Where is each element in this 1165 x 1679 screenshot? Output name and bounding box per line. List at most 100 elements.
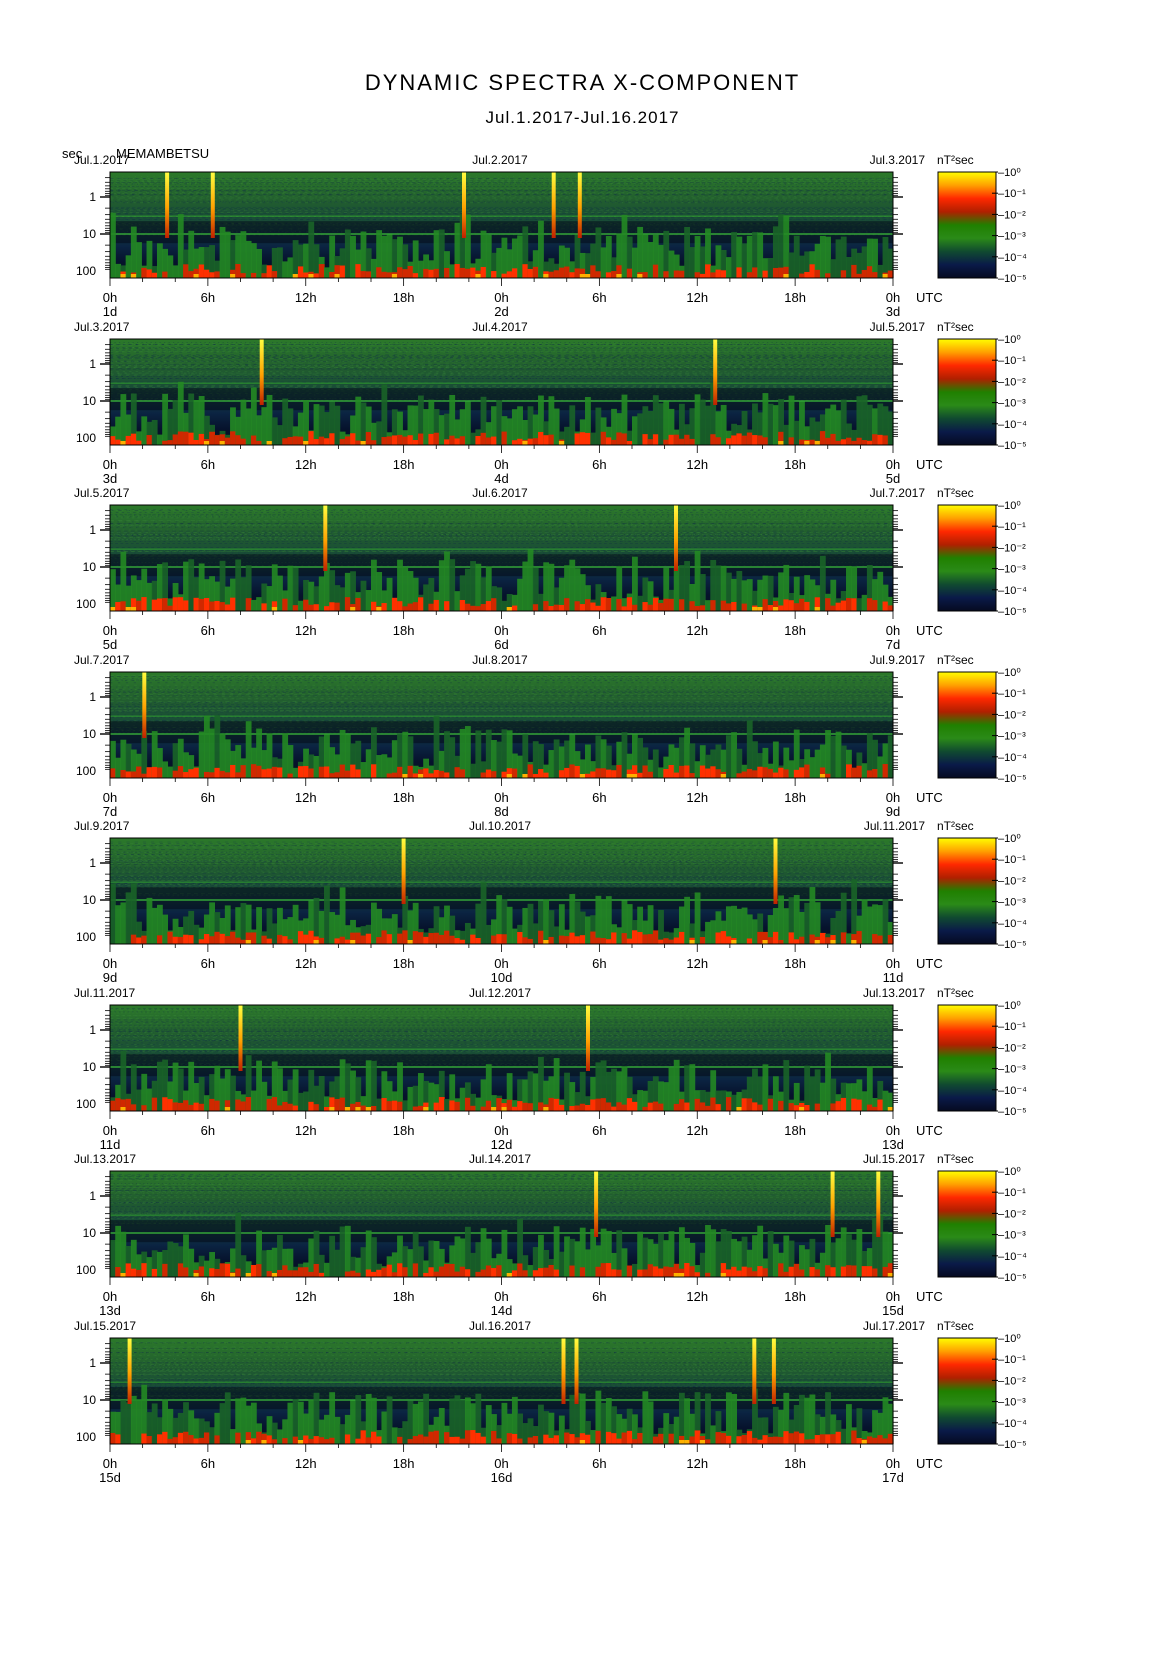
- activity-peak: [652, 434, 659, 445]
- activity-peak: [705, 1105, 711, 1111]
- activity-peak: [371, 601, 377, 611]
- activity-peak: [193, 1102, 200, 1111]
- activity-peak: [804, 601, 811, 611]
- activity-peak: [809, 1439, 816, 1444]
- spectra-panel-6: Jul.11.2017 Jul.12.2017 Jul.13.2017 nT²sec1…: [74, 986, 1027, 1152]
- activity-peak: [705, 1272, 711, 1277]
- activity-column: [313, 244, 320, 278]
- activity-peak: [532, 773, 539, 778]
- spectra-panel-5: Jul.9.2017 Jul.10.2017 Jul.11.2017 nT²sec11…: [74, 819, 1027, 985]
- activity-peak: [511, 440, 518, 445]
- activity-column: [809, 1076, 816, 1111]
- activity-peak: [840, 439, 847, 445]
- activity-peak: [412, 773, 419, 778]
- activity-peak: [292, 1105, 299, 1111]
- activity-peak: [684, 1102, 691, 1111]
- activity-column: [230, 1429, 236, 1444]
- activity-peak: [522, 1270, 529, 1277]
- activity-column: [866, 404, 873, 445]
- activity-column: [475, 730, 482, 778]
- activity-peak: [710, 434, 717, 445]
- activity-column: [840, 1428, 847, 1444]
- activity-peak: [778, 767, 784, 778]
- activity-peak: [809, 439, 816, 445]
- activity-peak: [825, 1434, 831, 1444]
- activity-hot: [814, 607, 821, 611]
- colorbar-tick-label: –10⁻²: [998, 875, 1026, 887]
- x-tick-label: 0h: [103, 1456, 117, 1471]
- activity-peak: [616, 1438, 623, 1444]
- activity-column: [240, 903, 247, 944]
- activity-peak: [574, 601, 581, 611]
- colorbar-tick-label: –10⁻¹: [998, 854, 1026, 866]
- activity-column: [861, 763, 868, 778]
- activity-column: [470, 763, 476, 778]
- activity-column: [752, 1235, 758, 1277]
- activity-peak: [151, 599, 158, 611]
- activity-column: [553, 926, 560, 944]
- colorbar-tick-label: –10⁻⁵: [998, 1272, 1027, 1284]
- activity-peak: [402, 606, 409, 611]
- activity-peak: [605, 272, 612, 278]
- spectra-panel-4: Jul.7.2017 Jul.8.2017 Jul.9.2017 nT²sec1101…: [74, 653, 1027, 819]
- activity-peak: [793, 769, 800, 778]
- activity-peak: [303, 934, 309, 944]
- activity-peak: [308, 1271, 315, 1277]
- activity-peak: [412, 931, 419, 944]
- activity-peak: [386, 773, 393, 778]
- x-tick-label: 12h: [295, 1123, 317, 1138]
- activity-peak: [125, 435, 132, 445]
- activity-column: [329, 235, 336, 278]
- activity-hot: [219, 441, 226, 445]
- activity-peak: [444, 772, 450, 778]
- activity-column: [673, 1059, 680, 1111]
- activity-peak: [746, 1431, 753, 1444]
- activity-column: [658, 403, 664, 445]
- activity-hot: [851, 940, 858, 944]
- activity-column: [595, 895, 602, 944]
- activity-peak: [762, 1435, 769, 1444]
- activity-peak: [324, 1106, 330, 1111]
- activity-hot: [819, 774, 826, 778]
- activity-peak: [872, 934, 878, 944]
- activity-column: [156, 243, 163, 278]
- activity-peak: [872, 272, 878, 278]
- x-tick-label: 6h: [201, 1289, 215, 1304]
- activity-hot: [861, 1440, 868, 1444]
- activity-peak: [538, 930, 544, 944]
- activity-peak: [783, 1431, 790, 1444]
- activity-column: [814, 749, 821, 778]
- activity-column: [428, 1082, 435, 1111]
- activity-peak: [694, 1272, 701, 1277]
- x-tick-label: 18h: [784, 1123, 806, 1138]
- activity-peak: [600, 431, 607, 445]
- activity-peak: [193, 767, 200, 778]
- activity-peak: [141, 935, 148, 944]
- activity-peak: [621, 933, 628, 944]
- activity-column: [720, 404, 727, 445]
- activity-column: [219, 1403, 226, 1444]
- activity-peak: [856, 437, 863, 445]
- activity-peak: [308, 431, 315, 445]
- y-tick-label: 1: [89, 1023, 96, 1037]
- activity-column: [632, 556, 638, 611]
- activity-peak: [381, 930, 388, 944]
- activity-peak: [825, 773, 831, 778]
- activity-hot: [772, 607, 779, 611]
- activity-peak: [167, 440, 174, 445]
- activity-peak: [590, 931, 597, 944]
- x-unit-label: UTC: [916, 290, 943, 305]
- x-tick-label: 6h: [201, 290, 215, 305]
- x-tick-label: 18h: [393, 1123, 415, 1138]
- activity-peak: [793, 1105, 800, 1111]
- activity-peak: [741, 1435, 748, 1444]
- activity-peak: [548, 936, 555, 944]
- activity-peak: [673, 434, 680, 445]
- activity-peak: [872, 1268, 878, 1277]
- activity-column: [637, 595, 644, 611]
- activity-peak: [214, 1100, 221, 1111]
- activity-peak: [480, 1106, 487, 1111]
- y-tick-label: 100: [76, 1430, 96, 1444]
- spike: [752, 1338, 757, 1404]
- activity-column: [809, 579, 816, 611]
